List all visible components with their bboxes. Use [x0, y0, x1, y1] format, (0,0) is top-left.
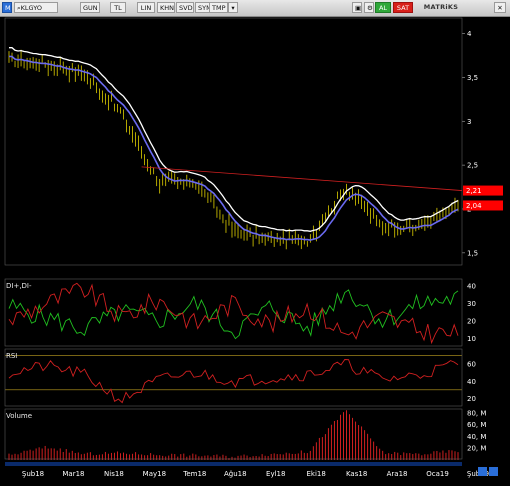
tmp-button[interactable]: TMP — [209, 2, 228, 13]
chart-area: 43,532,521,52,212,04 40302010 604020 80,… — [4, 17, 503, 478]
price-tick-label: 3,5 — [467, 74, 478, 82]
sell-button[interactable]: SAT — [393, 2, 413, 13]
price-tick-label: 4 — [467, 30, 472, 38]
x-tick-label: Oca19 — [426, 470, 449, 478]
price-tick-label: 1,5 — [467, 249, 478, 257]
rsi-line — [8, 359, 459, 404]
app-menu-button[interactable]: M — [2, 2, 12, 13]
di-tick-label: 10 — [467, 335, 476, 343]
svd-button[interactable]: SVD — [176, 2, 194, 13]
close-button[interactable]: ✕ — [494, 2, 506, 13]
rsi-tick-label: 20 — [467, 395, 476, 403]
scroll-right-button[interactable] — [489, 467, 498, 476]
x-tick-label: Eyl18 — [266, 470, 285, 478]
moving-average-line — [8, 55, 459, 241]
x-tick-label: May18 — [143, 470, 166, 478]
price-tick-label: 3 — [467, 118, 471, 126]
rsi-tick-label: 40 — [467, 378, 476, 386]
di-tick-label: 20 — [467, 317, 476, 325]
settings-icon[interactable]: ⚙ — [364, 2, 374, 13]
volume-tick-label: 60, M — [467, 421, 486, 429]
volume-panel-title: Volume — [6, 412, 32, 420]
period-button[interactable]: GUN — [80, 2, 100, 13]
x-tick-label: Ağu18 — [224, 470, 247, 478]
scroll-left-button[interactable] — [478, 467, 487, 476]
x-tick-label: Ara18 — [387, 470, 408, 478]
x-tick-label: Eki18 — [307, 470, 326, 478]
rsi-panel-title: RSI — [6, 352, 17, 360]
symbol-field[interactable]: ⌕KLGYO — [14, 2, 58, 13]
x-tick-label: Mar18 — [62, 470, 84, 478]
time-scroll-track[interactable] — [5, 462, 462, 466]
upper-band-line — [9, 47, 459, 232]
di-tick-label: 40 — [467, 282, 476, 290]
x-tick-label: Tem18 — [182, 470, 206, 478]
price-panel: 43,532,521,52,212,04 — [8, 30, 503, 257]
lock-icon[interactable]: ▣ — [352, 2, 362, 13]
last-price-red-label: 2,21 — [466, 187, 482, 195]
symbol-label: KLGYO — [20, 4, 42, 12]
x-tick-label: Nis18 — [104, 470, 124, 478]
vol-frame — [4, 408, 463, 460]
x-tick-label: Şub18 — [22, 470, 44, 478]
di-plus-line — [8, 289, 459, 340]
chart-toolbar: M ⌕KLGYO GUN TL LIN KHN SVD SYM TMP ▾ ▣ … — [0, 0, 510, 17]
chevron-down-icon[interactable]: ▾ — [228, 2, 238, 13]
x-axis: Şub18 Mar18 Nis18 May18 Tem18 Ağu18 Eyl18 Eki18… — [5, 462, 498, 478]
di-tick-label: 30 — [467, 300, 476, 308]
rsi-panel: 60 40 20 — [5, 355, 476, 404]
last-price-label: 2,04 — [466, 202, 482, 210]
buy-alarm-button[interactable]: AL — [375, 2, 391, 13]
di-panel: 40 30 20 10 — [8, 282, 476, 345]
x-tick-label: Kas18 — [346, 470, 367, 478]
price-frame — [4, 17, 463, 266]
volume-tick-label: 20, M — [467, 445, 486, 453]
brand-logo: MATRiKS — [423, 3, 459, 11]
volume-tick-label: 40, M — [467, 433, 486, 441]
khn-button[interactable]: KHN — [157, 2, 175, 13]
di-panel-title: DI+,DI- — [6, 282, 32, 290]
rsi-tick-label: 60 — [467, 361, 476, 369]
currency-button[interactable]: TL — [110, 2, 126, 13]
volume-tick-label: 80, M — [467, 409, 486, 417]
linear-button[interactable]: LIN — [137, 2, 155, 13]
volume-panel: 80, M 60, M 40, M 20, M — [8, 409, 486, 460]
price-tick-label: 2,5 — [467, 162, 478, 170]
